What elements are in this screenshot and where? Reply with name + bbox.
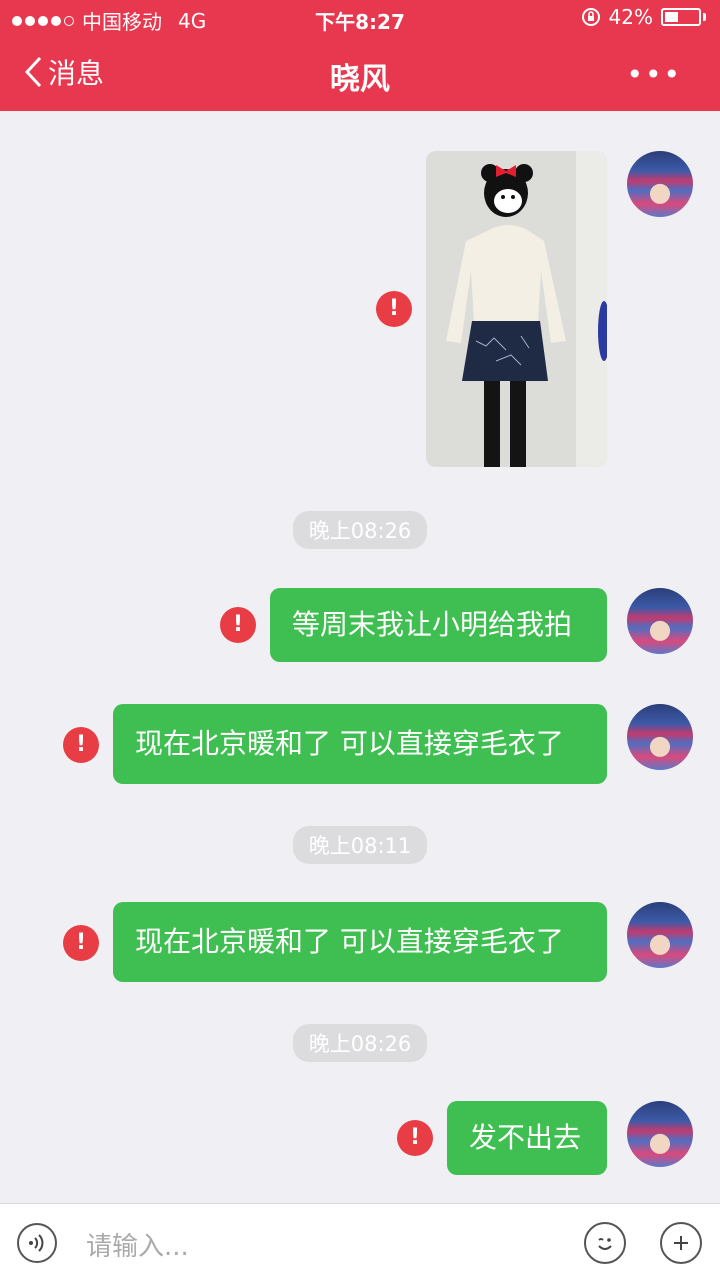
message-input[interactable]: 请输入...: [86, 1226, 189, 1263]
nav-bar: 消息 晓风 •••: [0, 36, 720, 111]
add-button[interactable]: [660, 1222, 702, 1264]
avatar[interactable]: [627, 151, 693, 217]
message-bubble[interactable]: 现在北京暖和了 可以直接穿毛衣了: [113, 704, 607, 784]
timestamp: 晚上08:26: [0, 1024, 720, 1062]
battery-percent: 42%: [608, 5, 653, 29]
timestamp: 晚上08:26: [0, 511, 720, 549]
send-failed-icon[interactable]: !: [397, 1120, 433, 1156]
chat-area[interactable]: ! 晚上08:26 ! 等周末我让小明给我拍 ! 现在北京暖和了 可以直接穿毛衣…: [0, 111, 720, 1203]
message-bubble[interactable]: 现在北京暖和了 可以直接穿毛衣了: [113, 902, 607, 982]
input-bar: 请输入...: [0, 1203, 720, 1281]
message-bubble[interactable]: 等周末我让小明给我拍: [270, 588, 607, 662]
timestamp: 晚上08:11: [0, 826, 720, 864]
avatar[interactable]: [627, 704, 693, 770]
emoji-icon: [598, 1238, 612, 1250]
voice-button[interactable]: [17, 1223, 57, 1263]
chat-title: 晓风: [330, 62, 390, 97]
voice-icon: [29, 1234, 44, 1252]
avatar[interactable]: [627, 902, 693, 968]
more-button[interactable]: •••: [626, 58, 682, 91]
battery-icon: [661, 8, 701, 26]
plus-icon: [674, 1236, 688, 1250]
send-failed-icon[interactable]: !: [63, 925, 99, 961]
avatar[interactable]: [627, 1101, 693, 1167]
message-bubble[interactable]: 发不出去: [447, 1101, 607, 1175]
emoji-button[interactable]: [584, 1222, 626, 1264]
rotation-lock-icon: [581, 8, 600, 26]
send-failed-icon[interactable]: !: [376, 291, 412, 327]
photo-message[interactable]: [426, 151, 607, 467]
avatar[interactable]: [627, 588, 693, 654]
send-failed-icon[interactable]: !: [220, 607, 256, 643]
header: 中国移动 4G 下午8:27 42% 消息 晓风 •••: [0, 0, 720, 111]
send-failed-icon[interactable]: !: [63, 727, 99, 763]
status-bar: 中国移动 4G 下午8:27 42%: [0, 0, 720, 36]
